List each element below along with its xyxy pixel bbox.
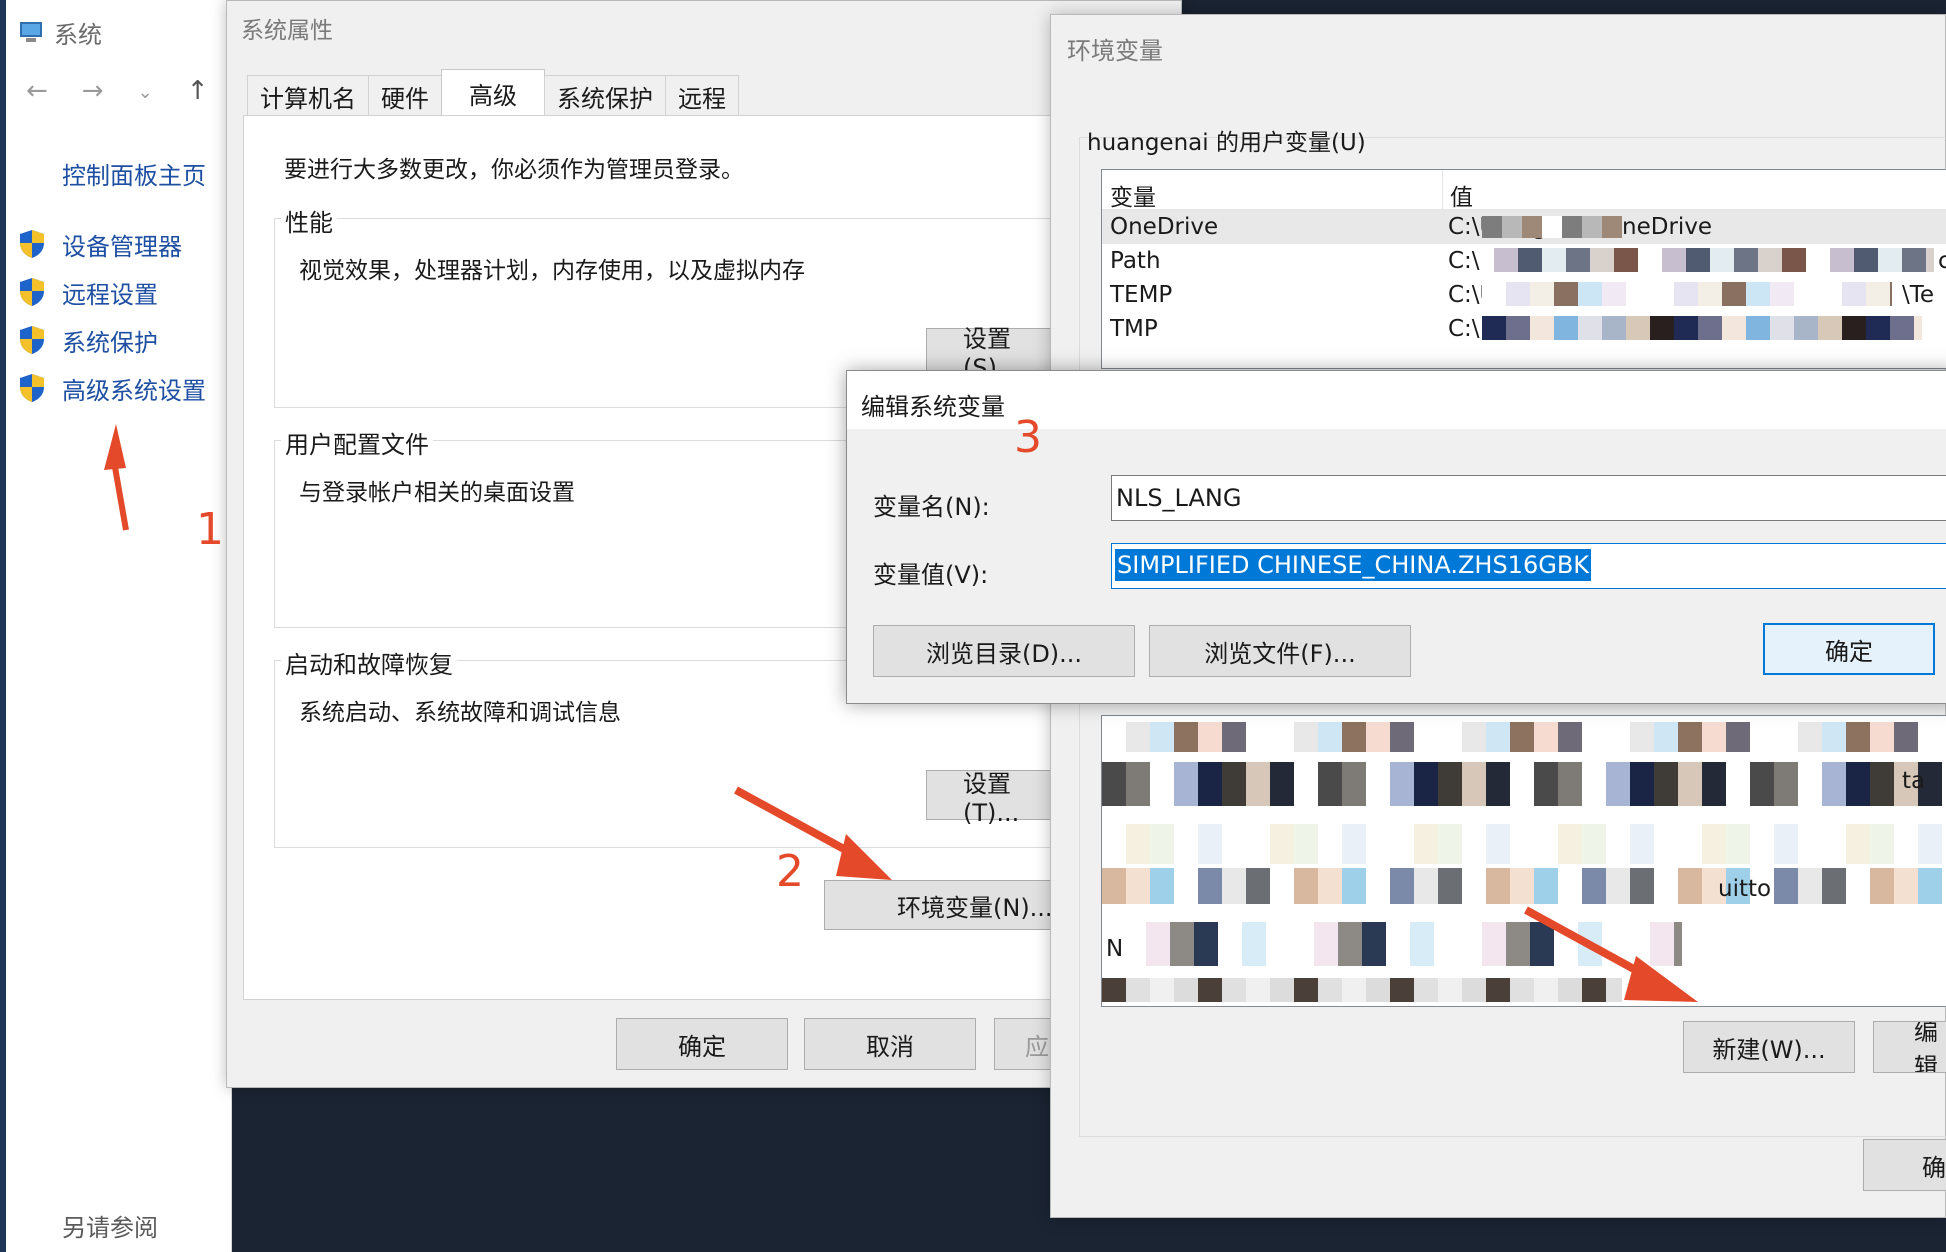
annotation-step-2: 2	[776, 846, 804, 897]
annotation-arrow-4-head	[1624, 956, 1698, 1002]
annotation-step-3: 3	[1014, 412, 1042, 463]
annotation-arrows	[104, 424, 1698, 1002]
annotation-step-1: 1	[196, 504, 224, 555]
annotation-arrow-1-head	[104, 424, 126, 470]
annotation-arrow-2-head	[836, 834, 892, 880]
